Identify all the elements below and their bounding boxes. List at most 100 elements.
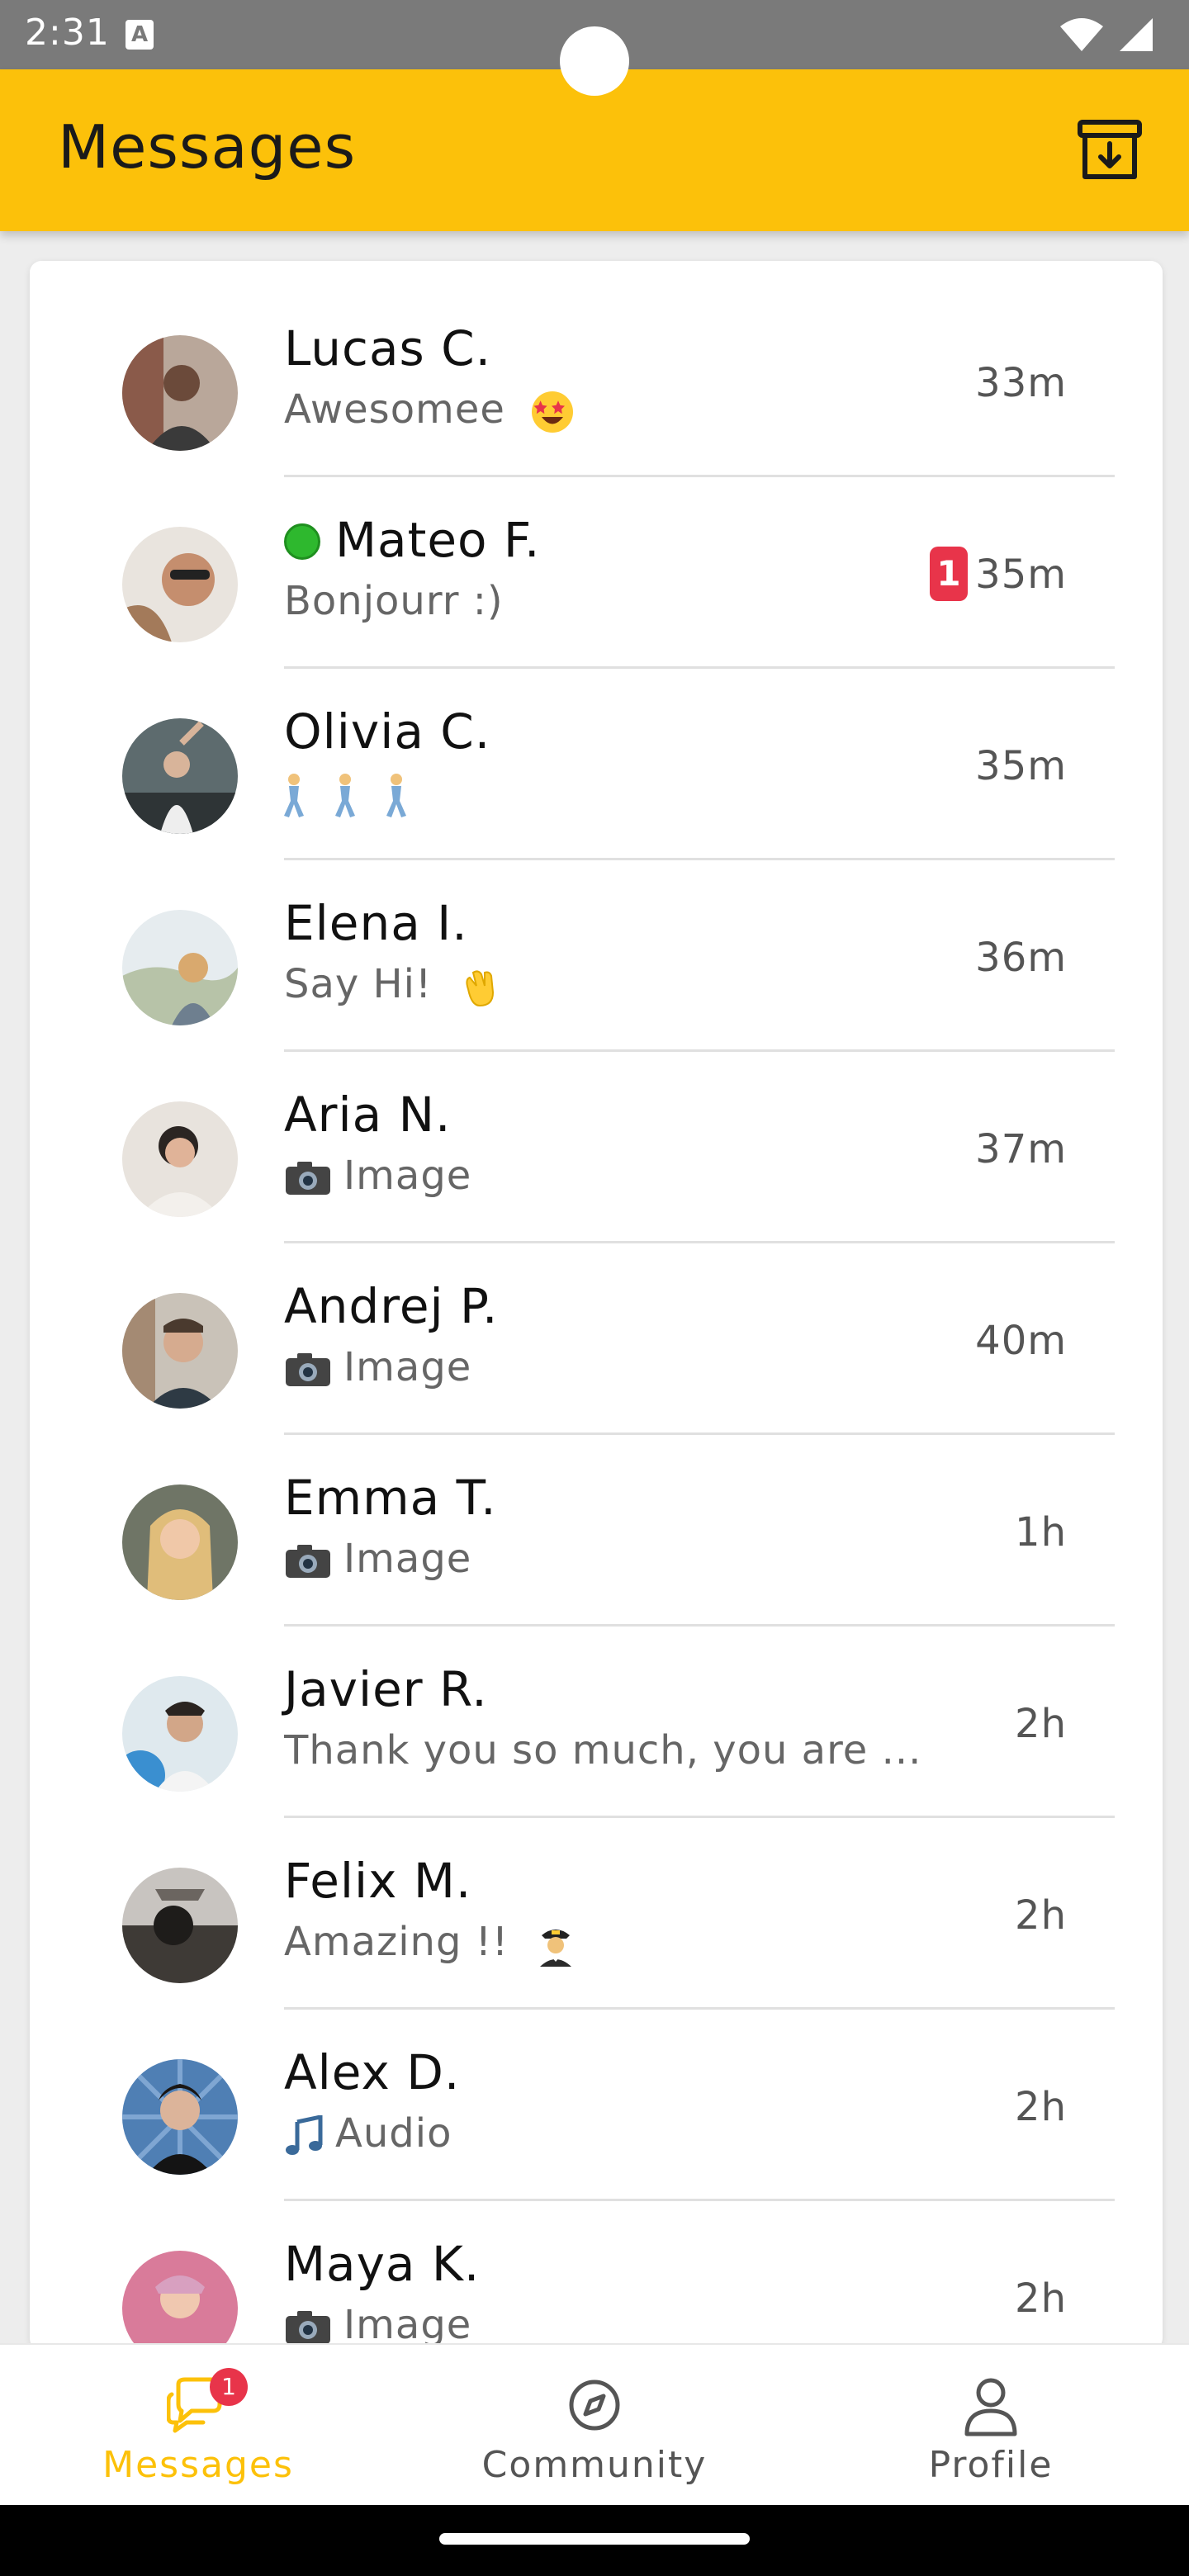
avatar [122, 527, 238, 642]
message-time: 2h [1015, 2275, 1067, 2322]
contact-name: Javier R. [284, 1661, 488, 1717]
signal-icon [1120, 18, 1153, 51]
nav-icon-wrapper [962, 2376, 1020, 2439]
bottom-nav: 1 Messages Community Profile [0, 2343, 1189, 2505]
page-title: Messages [58, 112, 357, 182]
preview-text: Image [343, 1153, 472, 1199]
notification-icon: A [126, 20, 154, 50]
contact-name: Alex D. [284, 2044, 461, 2100]
nav-profile[interactable]: Profile [793, 2345, 1189, 2507]
waving-hand-emoji-icon [466, 970, 495, 1007]
conversation-row[interactable]: Mateo F. Bonjourr :) 1 35m [30, 477, 1163, 669]
contact-name: Emma T. [284, 1470, 497, 1526]
compass-icon [569, 2379, 620, 2431]
camera-icon [286, 2311, 330, 2344]
message-preview: Audio [284, 2110, 452, 2157]
message-preview: Bonjourr :) [284, 578, 504, 624]
wifi-icon [1060, 18, 1103, 51]
unread-badge: 1 [930, 547, 968, 601]
conversation-row[interactable]: Elena I. Say Hi! 36m [30, 860, 1163, 1052]
notification-badge: 1 [210, 2368, 248, 2406]
conversation-row[interactable]: Javier R. Thank you so much, you are ...… [30, 1627, 1163, 1818]
contact-name: Andrej P. [284, 1278, 499, 1334]
camera-icon [286, 1545, 330, 1578]
nav-label: Community [481, 2444, 708, 2486]
contact-name: Elena I. [284, 895, 468, 951]
camera-cutout [560, 26, 629, 96]
message-preview: Amazing !! [284, 1919, 578, 1967]
avatar [122, 1868, 238, 1983]
preview-text: Say Hi! [284, 961, 433, 1007]
message-time: 2h [1015, 2084, 1067, 2130]
message-time: 1h [1015, 1509, 1067, 1556]
conversation-row[interactable]: Olivia C. 35m [30, 669, 1163, 860]
message-preview: Image [284, 1536, 471, 1582]
status-icons [1059, 17, 1154, 53]
preview-text: Image [343, 1344, 472, 1390]
conversation-row[interactable]: Aria N. Image 37m [30, 1052, 1163, 1243]
nav-icon-wrapper: 1 [166, 2368, 248, 2439]
archive-button[interactable] [1077, 117, 1143, 183]
conversation-list: Lucas C. Awesomee 33m Mateo F. Bonjourr … [30, 261, 1163, 2350]
message-time: 36m [975, 935, 1067, 981]
nav-community[interactable]: Community [396, 2345, 793, 2507]
conversation-row[interactable]: Maya K. Image 2h [30, 2201, 1163, 2350]
contact-name: Aria N. [284, 1087, 452, 1143]
contact-name: Maya K. [284, 2236, 481, 2292]
avatar [122, 2251, 238, 2350]
online-status-icon [284, 523, 320, 560]
avatar [122, 1101, 238, 1217]
message-time: 2h [1015, 1892, 1067, 1939]
avatar [122, 718, 238, 834]
avatar [122, 1485, 238, 1600]
avatar [122, 1293, 238, 1409]
avatar [122, 2059, 238, 2175]
star-struck-emoji-icon [532, 391, 574, 433]
home-gesture-handle[interactable] [439, 2533, 750, 2545]
conversation-row[interactable]: Alex D. Audio 2h [30, 2010, 1163, 2201]
dancing-man-emoji-icon [284, 774, 406, 817]
avatar [122, 910, 238, 1025]
contact-name: Olivia C. [284, 703, 491, 760]
conversation-row[interactable]: Felix M. Amazing !! 2h [30, 1818, 1163, 2010]
music-note-icon [286, 2115, 323, 2155]
nav-label: Profile [928, 2444, 1054, 2486]
archive-download-icon [1078, 120, 1142, 179]
nav-icon-wrapper [566, 2376, 623, 2439]
message-time: 35m [975, 552, 1067, 598]
message-preview [284, 769, 429, 819]
contact-name: Lucas C. [284, 320, 492, 376]
message-time: 2h [1015, 1701, 1067, 1747]
conversation-row[interactable]: Lucas C. Awesomee 33m [30, 286, 1163, 477]
nav-label: Messages [102, 2444, 294, 2486]
message-preview: Image [284, 1344, 471, 1390]
system-gesture-bar [0, 2505, 1189, 2576]
message-time: 33m [975, 360, 1067, 406]
preview-text: Audio [335, 2110, 452, 2157]
avatar [122, 335, 238, 451]
preview-text: Awesomee [284, 386, 505, 433]
pilot-emoji-icon [540, 1930, 572, 1967]
contact-name: Mateo F. [284, 512, 540, 568]
message-preview: Thank you so much, you are ... [284, 1727, 922, 1773]
message-preview: Image [284, 2302, 471, 2348]
avatar [122, 1676, 238, 1792]
contact-name: Felix M. [284, 1853, 472, 1909]
message-time: 40m [975, 1318, 1067, 1364]
message-time: 35m [975, 743, 1067, 789]
message-preview: Image [284, 1153, 471, 1199]
contact-name-text: Mateo F. [335, 512, 541, 568]
message-preview: Say Hi! [284, 961, 501, 1009]
conversation-row[interactable]: Emma T. Image 1h [30, 1435, 1163, 1627]
person-icon [964, 2378, 1017, 2436]
status-time: 2:31 [25, 12, 110, 54]
message-time: 37m [975, 1126, 1067, 1172]
preview-text: Image [343, 2302, 472, 2348]
camera-icon [286, 1353, 330, 1386]
message-preview: Awesomee [284, 386, 575, 434]
camera-icon [286, 1162, 330, 1195]
preview-text: Amazing !! [284, 1919, 509, 1965]
preview-text: Image [343, 1536, 472, 1582]
conversation-row[interactable]: Andrej P. Image 40m [30, 1243, 1163, 1435]
nav-messages[interactable]: 1 Messages [0, 2345, 396, 2507]
